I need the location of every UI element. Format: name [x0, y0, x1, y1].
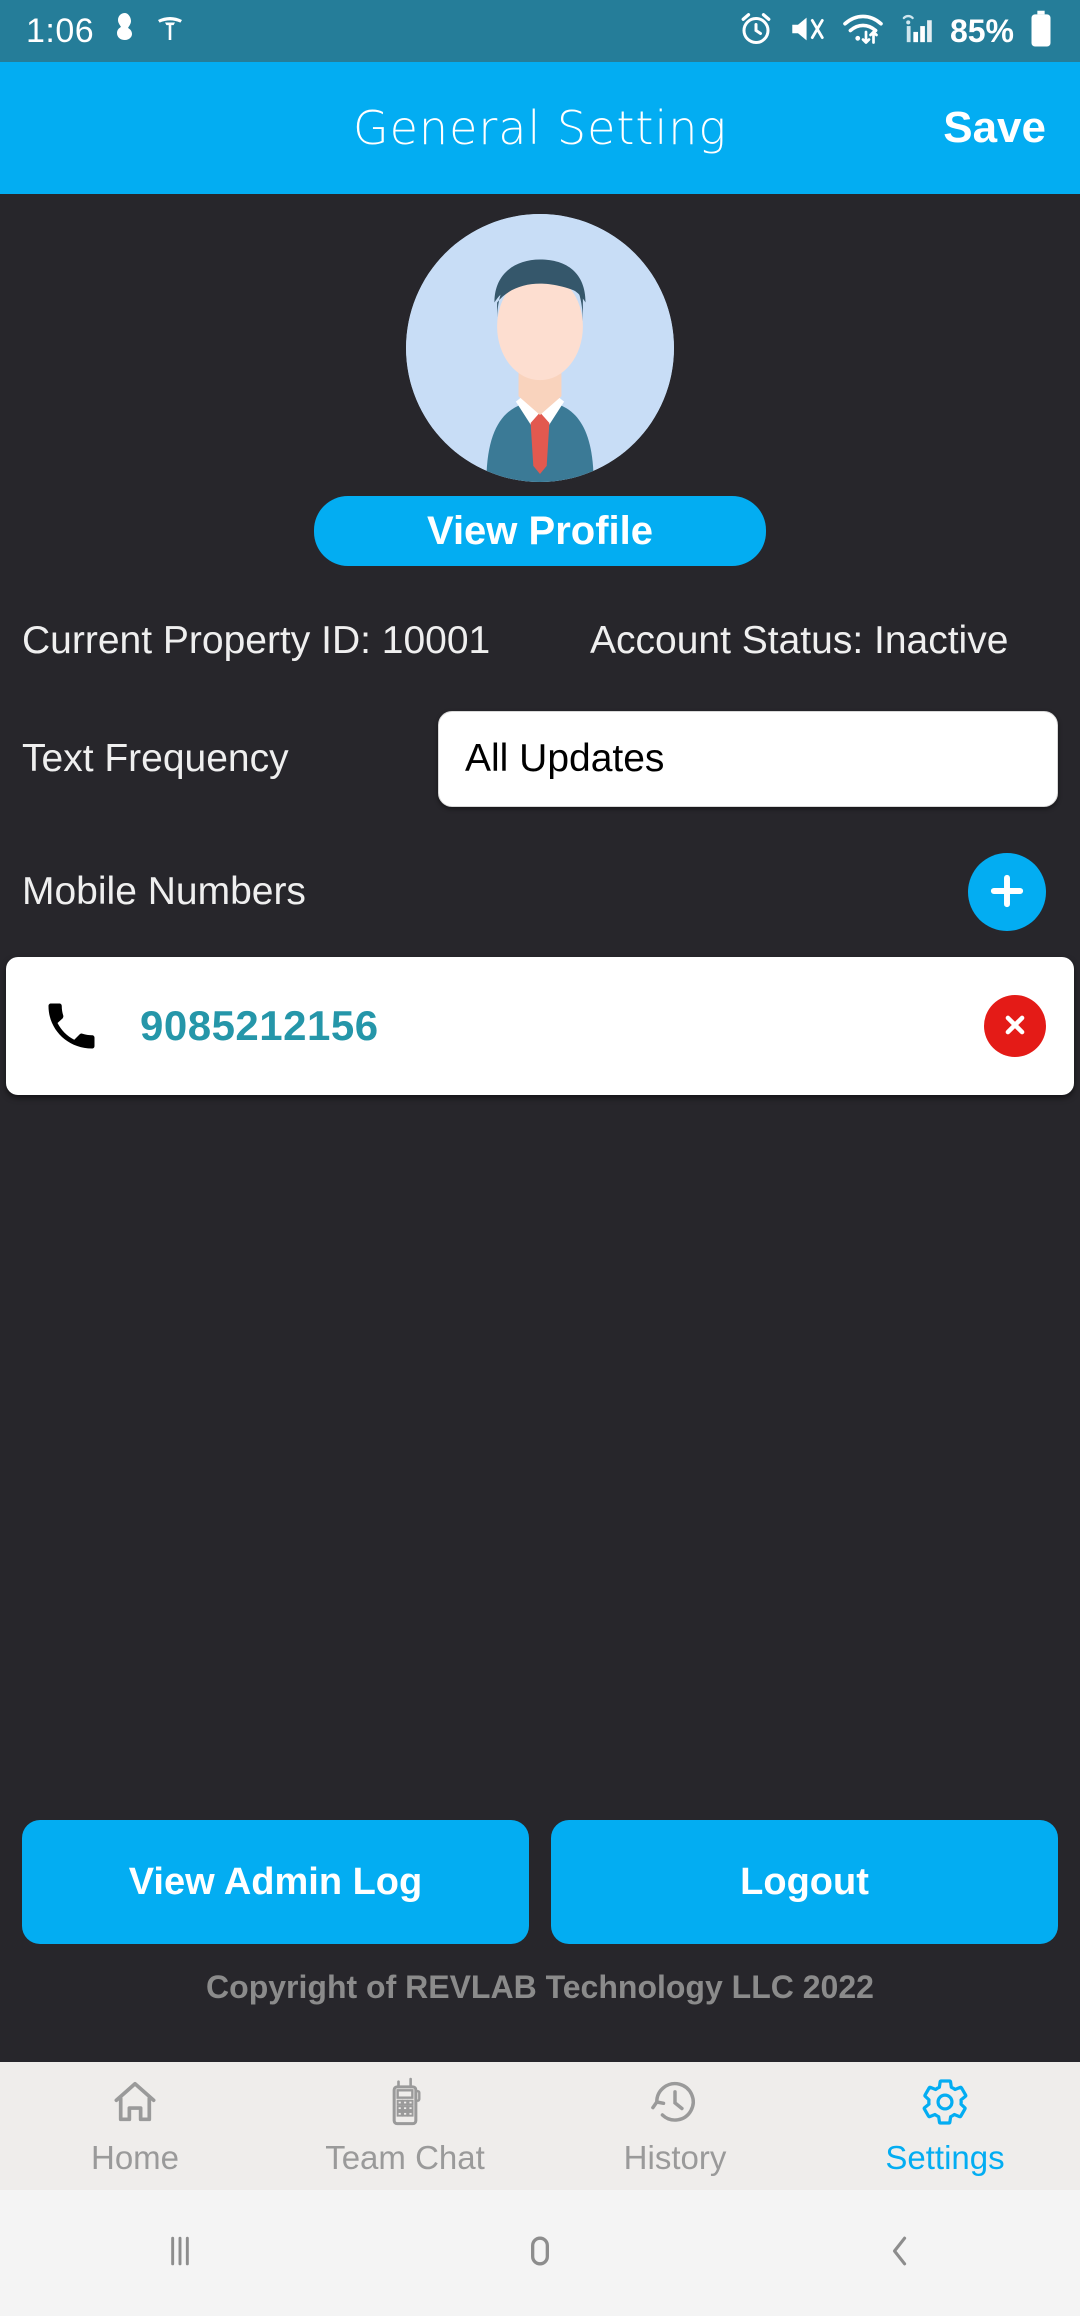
tab-history[interactable]: History: [540, 2062, 810, 2190]
mobile-number-value: 9085212156: [140, 1002, 379, 1050]
android-navigation-bar: [0, 2190, 1080, 2316]
plus-icon: [986, 870, 1028, 915]
back-button[interactable]: [720, 2229, 1080, 2278]
signal-bars-icon: [898, 11, 936, 52]
text-frequency-select[interactable]: All Updates: [438, 711, 1058, 808]
account-status: Account Status: Inactive: [590, 619, 1009, 662]
text-frequency-value: All Updates: [465, 737, 665, 781]
tab-home-label: Home: [90, 2138, 180, 2176]
battery-icon: [1028, 10, 1054, 53]
current-property-id: Current Property ID: 10001: [22, 619, 491, 662]
page-title: General Setting: [352, 101, 727, 155]
mobile-numbers-row: Mobile Numbers: [0, 853, 1080, 932]
phone-icon: [34, 996, 108, 1056]
app-header: General Setting Save: [0, 62, 1080, 194]
status-left-icons: [112, 12, 186, 51]
avatar-container: [0, 194, 1080, 482]
tab-home[interactable]: Home: [0, 2062, 270, 2190]
bottom-actions: View Admin Log Logout: [0, 1820, 1080, 1944]
walkie-talkie-icon: [379, 2076, 431, 2133]
add-mobile-number-button[interactable]: [968, 853, 1046, 932]
delete-mobile-number-button[interactable]: [984, 995, 1046, 1058]
tab-team-chat[interactable]: Team Chat: [270, 2062, 540, 2190]
home-icon: [109, 2076, 161, 2133]
location-pin-icon: [112, 12, 138, 51]
phone-screen: 1:06 85% General Setting Save View Profi…: [0, 0, 1080, 2316]
recents-button[interactable]: [0, 2229, 360, 2278]
text-frequency-label: Text Frequency: [22, 737, 289, 781]
logout-button[interactable]: Logout: [551, 1820, 1058, 1944]
copyright-text: Copyright of REVLAB Technology LLC 2022: [206, 1969, 874, 2005]
tab-history-label: History: [623, 2138, 727, 2176]
wifi-icon: [842, 11, 884, 52]
status-bar: 1:06 85%: [0, 0, 1080, 62]
gear-icon: [919, 2076, 971, 2133]
home-button[interactable]: [360, 2229, 720, 2278]
history-clock-icon: [649, 2076, 701, 2133]
tab-settings-label: Settings: [885, 2138, 1005, 2176]
mute-vibrate-icon: [788, 11, 828, 52]
battery-percent: 85%: [949, 12, 1014, 49]
view-profile-button[interactable]: View Profile: [314, 496, 766, 566]
settings-content: View Profile Current Property ID: 10001 …: [0, 194, 1080, 2062]
tab-team-chat-label: Team Chat: [325, 2138, 485, 2176]
back-chevron-icon: [878, 2229, 922, 2278]
status-time: 1:06: [26, 11, 95, 50]
tab-settings[interactable]: Settings: [810, 2062, 1080, 2190]
status-right-icons: 85%: [738, 10, 1054, 53]
home-pill-icon: [518, 2229, 562, 2278]
close-circle-icon: [998, 1008, 1032, 1045]
bottom-tab-bar: Home Team Chat History Settings: [0, 2062, 1080, 2190]
avatar: [406, 214, 674, 482]
view-profile-container: View Profile: [0, 496, 1080, 566]
view-admin-log-button[interactable]: View Admin Log: [22, 1820, 529, 1944]
recents-icon: [158, 2229, 202, 2278]
mobile-numbers-label: Mobile Numbers: [22, 870, 306, 914]
tesla-icon: [154, 13, 186, 50]
text-frequency-row: Text Frequency All Updates: [0, 711, 1080, 808]
mobile-number-list-item[interactable]: 9085212156: [6, 957, 1074, 1096]
save-button[interactable]: Save: [943, 103, 1046, 153]
alarm-icon: [738, 11, 774, 52]
account-info-row: Current Property ID: 10001 Account Statu…: [0, 618, 1080, 663]
